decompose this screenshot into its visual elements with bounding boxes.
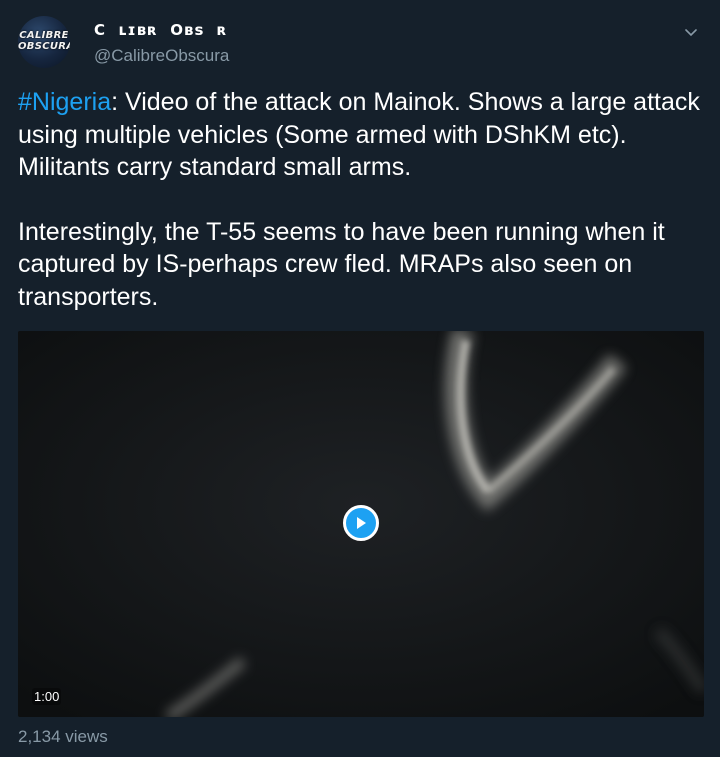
user-handle[interactable]: @CalibreObscura [94,46,229,66]
chevron-down-icon[interactable] [680,22,702,44]
play-button[interactable] [343,505,379,541]
display-name[interactable]: C ʟɪʙʀ Oʙs ʀ [94,21,228,39]
video-duration: 1:00 [32,688,62,705]
avatar[interactable]: CALIBRE OBSCURA [18,16,70,68]
play-icon [357,517,366,529]
avatar-logo-text: CALIBRE OBSCURA [18,30,70,52]
tweet-paragraph-1-text: : Video of the attack on Mainok. Shows a… [18,88,700,181]
view-count: 2,134 views [18,727,108,746]
tweet-paragraph-1: #Nigeria: Video of the attack on Mainok.… [18,86,708,184]
tweet-paragraph-2: Interestingly, the T-55 seems to have be… [18,217,665,311]
hashtag-link[interactable]: #Nigeria [18,88,111,116]
video-player[interactable]: 1:00 [18,331,704,717]
tweet-header: CALIBRE OBSCURA C ʟɪʙʀ Oʙs ʀ @CalibreObs… [18,16,702,72]
tweet-text: #Nigeria: Video of the attack on Mainok.… [18,86,708,313]
